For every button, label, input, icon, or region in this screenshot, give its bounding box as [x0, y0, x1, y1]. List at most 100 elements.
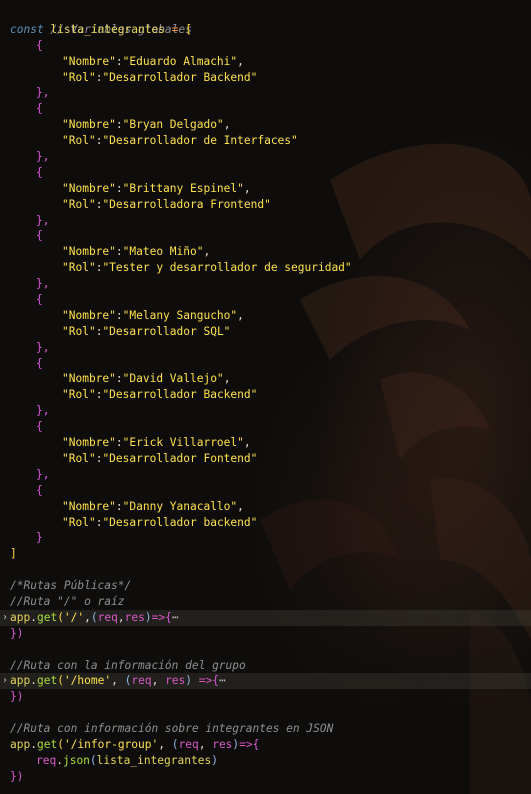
member-role: "Desarrollador SQL" [102, 324, 231, 338]
close-brace: }, [36, 213, 50, 227]
open-brace: { [36, 483, 43, 497]
code-line: { [0, 228, 531, 244]
code-line: "Nombre":"Erick Villarroel", [62, 436, 251, 450]
fold-chevron-icon[interactable]: › [0, 673, 10, 689]
code-line: /*Rutas Públicas*/ [0, 578, 531, 594]
function-get: get [36, 737, 58, 751]
folded-ellipsis-icon[interactable]: ⋯ [219, 674, 226, 687]
code-editor[interactable]: // Variables globales const lista_integr… [0, 0, 531, 794]
member-role: "Desarrollador Fontend" [102, 451, 258, 465]
keyword-const: const [10, 22, 44, 36]
open-brace: { [36, 38, 43, 52]
code-line: "Rol":"Tester y desarrollador de segurid… [62, 261, 352, 275]
code-line: "Rol":"Desarrollador SQL" [62, 324, 231, 338]
code-line: { [0, 101, 531, 117]
member-name: "Danny Yanacallo" [122, 499, 238, 513]
code-line: { [0, 165, 531, 181]
route-path: '/home' [63, 674, 112, 688]
code-line: }) [10, 626, 24, 640]
code-line: "Nombre":"Mateo Miño", [62, 245, 211, 259]
close-brace: }, [36, 277, 50, 291]
member-name: "Mateo Miño" [122, 245, 204, 259]
fold-chevron-icon[interactable]: › [0, 610, 10, 626]
code-line: //Ruta con información sobre integrantes… [0, 721, 531, 737]
code-line-folded[interactable]: › app.get('/home', (req, res) =>{⋯ [0, 673, 531, 690]
code-line: ] [0, 546, 531, 562]
close-brace: } [36, 531, 43, 545]
member-name: "Bryan Delgado" [122, 118, 224, 132]
close-brace: }, [36, 86, 50, 100]
member-name: "Melany Sangucho" [122, 308, 238, 322]
comment: //Ruta "/" o raíz [10, 594, 125, 608]
close-brace: }, [36, 340, 50, 354]
route-path: '/' [63, 610, 85, 624]
code-line: "Rol":"Desarrollador backend" [62, 515, 258, 529]
code-line: }, [0, 340, 531, 356]
open-brace: { [36, 420, 43, 434]
member-name: "Brittany Espinel" [122, 181, 244, 195]
code-line: }) [10, 769, 24, 783]
code-line: }) [10, 690, 24, 704]
folded-ellipsis-icon[interactable]: ⋯ [172, 611, 179, 624]
comment: /*Rutas Públicas*/ [10, 579, 132, 593]
open-brace: { [36, 356, 43, 370]
member-name: "Erick Villarroel" [122, 436, 244, 450]
code-line: { [0, 38, 531, 54]
code-line: { [0, 419, 531, 435]
route-path: '/infor-group' [63, 737, 159, 751]
close-brace: }, [36, 467, 50, 481]
variable-name: lista_integrantes [50, 22, 165, 36]
member-role: "Tester y desarrollador de seguridad" [102, 261, 352, 275]
code-line: { [0, 483, 531, 499]
open-brace: { [36, 229, 43, 243]
code-line: "Nombre":"Eduardo Almachi", [62, 54, 244, 68]
code-line: "Rol":"Desarrolladora Frontend" [62, 197, 271, 211]
comment: //Ruta con información sobre integrantes… [10, 722, 334, 736]
comment: //Ruta con la información del grupo [10, 658, 246, 672]
open-brace: { [36, 293, 43, 307]
code-line: }, [0, 149, 531, 165]
member-name: "Eduardo Almachi" [122, 54, 238, 68]
member-role: "Desarrollador Backend" [102, 70, 258, 84]
code-line: "Nombre":"Brittany Espinel", [62, 181, 251, 195]
code-line: //Ruta con la información del grupo [0, 658, 531, 674]
open-brace: { [36, 165, 43, 179]
member-role: "Desarrollador Backend" [102, 388, 258, 402]
member-role: "Desarrollador backend" [102, 515, 258, 529]
member-role: "Desarrollador de Interfaces" [102, 134, 298, 148]
code-line: const lista_integrantes = [ [0, 22, 531, 38]
member-name: "David Vallejo" [122, 372, 224, 386]
open-brace: { [36, 102, 43, 116]
code-line: }, [0, 467, 531, 483]
close-bracket: ] [10, 547, 17, 561]
code-line: }, [0, 213, 531, 229]
code-line: { [0, 356, 531, 372]
code-line: "Rol":"Desarrollador Backend" [62, 388, 258, 402]
code-line: //Ruta "/" o raíz [0, 594, 531, 610]
code-line: }, [0, 85, 531, 101]
open-bracket: [ [185, 22, 192, 36]
member-role: "Desarrolladora Frontend" [102, 197, 271, 211]
code-line: "Rol":"Desarrollador Backend" [62, 70, 258, 84]
code-line: "Rol":"Desarrollador Fontend" [62, 451, 258, 465]
code-area[interactable]: // Variables globales const lista_integr… [0, 6, 531, 785]
code-line: }, [0, 276, 531, 292]
code-line: "Nombre":"Bryan Delgado", [62, 118, 231, 132]
code-line: app.get('/infor-group', (req, res)=>{ [10, 737, 260, 751]
code-line: }, [0, 403, 531, 419]
code-line: "Nombre":"Melany Sangucho", [62, 308, 244, 322]
code-line: // Variables globales [0, 6, 531, 36]
code-line: "Nombre":"Danny Yanacallo", [62, 499, 244, 513]
function-json: json [62, 753, 90, 767]
code-line: "Nombre":"David Vallejo", [62, 372, 231, 386]
code-line: req.json(lista_integrantes) [36, 753, 218, 767]
operator-equals: = [171, 22, 179, 36]
close-brace: }, [36, 150, 50, 164]
code-line-folded[interactable]: › app.get('/',(req,res)=>{⋯ [0, 609, 531, 626]
code-line: "Rol":"Desarrollador de Interfaces" [62, 134, 298, 148]
function-get: get [36, 674, 58, 688]
close-brace: }, [36, 404, 50, 418]
